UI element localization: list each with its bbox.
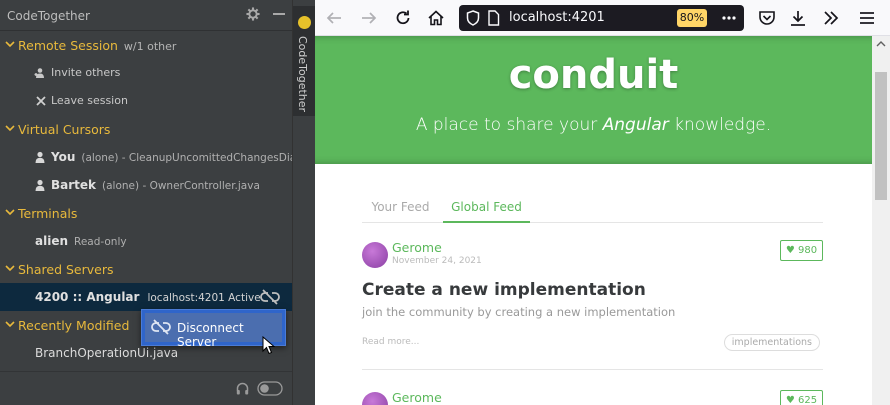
section-remote-session[interactable]: Remote Session w/1 other — [0, 31, 292, 59]
terminal-item-alien[interactable]: alien Read-only — [0, 227, 292, 255]
minimize-icon[interactable] — [272, 7, 288, 23]
codetogether-panel: CodeTogether Remote Session w/1 other Inv… — [0, 0, 296, 405]
section-title: Recently Modified — [18, 318, 130, 333]
read-more-link[interactable]: Read more... — [362, 337, 419, 347]
headphones-icon[interactable] — [236, 382, 249, 395]
article-date: November 24, 2021 — [392, 256, 482, 266]
invite-others-item[interactable]: Invite others — [0, 59, 292, 87]
divider — [362, 369, 823, 370]
web-page: conduit A place to share your Angular kn… — [315, 36, 872, 405]
reload-icon[interactable] — [393, 8, 413, 28]
gear-icon[interactable] — [246, 7, 262, 23]
tab-global-feed[interactable]: Global Feed — [443, 194, 530, 223]
scroll-up-icon[interactable] — [876, 40, 886, 48]
leave-session-item[interactable]: Leave session — [0, 87, 292, 115]
home-icon[interactable] — [426, 8, 446, 28]
section-title: Remote Session — [18, 38, 118, 53]
heart-icon: ♥ — [785, 395, 795, 405]
section-terminals[interactable]: Terminals — [0, 199, 292, 227]
add-user-icon — [34, 68, 44, 78]
codetogether-tool-tab[interactable]: CodeTogether — [293, 6, 315, 116]
url-text[interactable]: localhost:4201 — [509, 10, 605, 25]
scroll-thumb[interactable] — [875, 72, 887, 200]
tab-your-feed[interactable]: Your Feed — [362, 194, 439, 223]
favorite-count: 980 — [798, 245, 818, 256]
terminal-name: alien — [35, 234, 69, 248]
favorite-count: 625 — [798, 395, 818, 405]
panel-title: CodeTogether — [7, 9, 90, 23]
article-title[interactable]: Create a new implementation — [362, 280, 646, 300]
user-icon — [35, 151, 45, 163]
chevron-down-icon — [5, 209, 15, 216]
cursor-detail: (alone) - CleanupUncomittedChangesDia — [81, 152, 297, 164]
author-link[interactable]: Gerome — [392, 390, 442, 405]
avatar[interactable] — [362, 242, 388, 268]
browser-window: localhost:4201 80% conduit A place to sh… — [315, 0, 890, 405]
server-item-angular[interactable]: 4200 :: Angular localhost:4201 Active — [0, 283, 292, 311]
item-label: Leave session — [51, 94, 128, 107]
cursor-item-you[interactable]: You (alone) - CleanupUncomittedChangesDia — [0, 143, 296, 171]
hamburger-menu-icon[interactable] — [857, 8, 877, 28]
unlink-icon[interactable] — [260, 289, 280, 305]
favorite-button[interactable]: ♥ 980 — [780, 240, 823, 261]
section-subtitle: w/1 other — [123, 40, 177, 53]
tool-window-strip: CodeTogether — [292, 0, 315, 405]
section-shared-servers[interactable]: Shared Servers — [0, 255, 292, 283]
feed-tabs: Your Feed Global Feed — [362, 194, 823, 223]
tool-tab-label: CodeTogether — [296, 36, 309, 113]
overflow-chevrons-icon[interactable] — [821, 8, 841, 28]
avatar[interactable] — [362, 392, 388, 405]
cursor-detail: (alone) - OwnerController.java — [102, 180, 260, 192]
article-description[interactable]: join the community by creating a new imp… — [362, 305, 675, 319]
codetogether-logo-icon — [298, 16, 311, 29]
author-link[interactable]: Gerome — [392, 240, 442, 255]
server-name: 4200 :: Angular — [35, 290, 140, 304]
tag-pill[interactable]: implementations — [723, 334, 820, 351]
file-name: BranchOperationUi.java — [35, 346, 179, 360]
chevron-down-icon — [5, 41, 15, 48]
download-icon[interactable] — [788, 8, 808, 28]
heart-icon: ♥ — [785, 245, 795, 256]
panel-footer — [0, 371, 292, 405]
back-arrow-icon[interactable] — [324, 8, 344, 28]
section-title: Virtual Cursors — [18, 122, 111, 137]
chevron-down-icon — [5, 125, 15, 132]
user-icon — [35, 179, 45, 191]
item-label: Invite others — [51, 66, 121, 79]
page-scrollbar[interactable] — [872, 36, 890, 405]
favorite-button[interactable]: ♥ 625 — [780, 390, 823, 405]
hero-banner: conduit A place to share your Angular kn… — [315, 36, 872, 164]
cursor-user-name: Bartek — [51, 178, 97, 192]
toggle-switch[interactable] — [257, 381, 283, 396]
terminal-detail: Read-only — [74, 236, 127, 248]
section-virtual-cursors[interactable]: Virtual Cursors — [0, 115, 292, 143]
banner-title: conduit — [508, 52, 679, 98]
cursor-item-bartek[interactable]: Bartek (alone) - OwnerController.java — [0, 171, 292, 199]
browser-toolbar: localhost:4201 80% — [315, 0, 890, 36]
url-bar[interactable]: localhost:4201 80% — [459, 5, 744, 31]
more-icon[interactable] — [721, 11, 737, 25]
panel-header: CodeTogether — [0, 0, 292, 31]
pocket-icon[interactable] — [757, 8, 777, 28]
unlink-icon — [151, 319, 171, 335]
cursor-user-name: You — [51, 150, 76, 164]
shield-icon[interactable] — [466, 10, 480, 26]
banner-subtitle: A place to share your Angular knowledge. — [415, 115, 772, 135]
chevron-down-icon — [5, 321, 15, 328]
section-title: Shared Servers — [18, 262, 114, 277]
close-icon — [36, 96, 46, 106]
zoom-level-badge[interactable]: 80% — [677, 9, 707, 27]
forward-arrow-icon[interactable] — [359, 8, 379, 28]
mouse-pointer-icon — [262, 336, 275, 355]
chevron-down-icon — [5, 265, 15, 272]
section-title: Terminals — [18, 206, 78, 221]
page-icon — [488, 10, 500, 26]
screen: CodeTogether Remote Session w/1 other Inv… — [0, 0, 890, 405]
server-detail: localhost:4201 Active — [147, 292, 261, 304]
